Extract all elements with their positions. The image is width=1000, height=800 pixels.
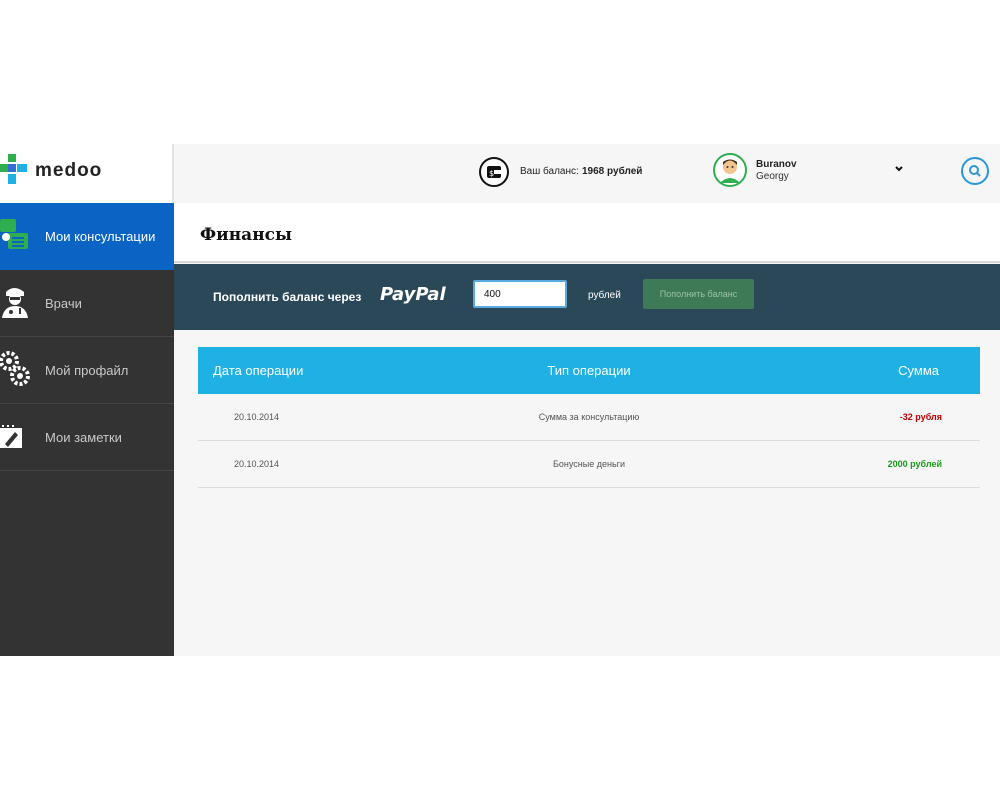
cell-amount: -32 рубля [899, 412, 942, 422]
topup-label: Пополнить баланс через [213, 290, 362, 304]
sidebar-nav: Мои консультации Врачи Мой профайл Мои з… [0, 203, 174, 471]
app-window: medoo Мои консультации Врачи Мой профайл… [0, 144, 1000, 656]
page-title: Финансы [200, 225, 293, 245]
sidebar-item-notes[interactable]: Мои заметки [0, 404, 174, 471]
doctor-icon [2, 288, 28, 318]
paypal-logo: PayPal [380, 284, 446, 305]
logo-icon [0, 154, 27, 184]
currency-label: рублей [588, 290, 621, 301]
cell-type: Сумма за консультацию [538, 412, 640, 422]
logo-text: medoo [35, 160, 103, 181]
column-header-type: Тип операции [547, 363, 631, 378]
table-header: Дата операции Тип операции Сумма [198, 347, 980, 394]
top-header: $ Ваш баланс: 1968 рублей Buranov Georgy [174, 144, 1000, 203]
balance-value: 1968 рублей [582, 166, 643, 177]
sidebar-item-profile[interactable]: Мой профайл [0, 337, 174, 404]
table-row: 20.10.2014 Бонусные деньги 2000 рублей [198, 441, 980, 488]
cell-type: Бонусные деньги [553, 459, 625, 469]
sidebar-item-label: Мои консультации [45, 229, 156, 244]
user-last-name: Buranov [756, 159, 797, 170]
search-button[interactable] [961, 157, 989, 185]
logo-bar: medoo [0, 144, 174, 203]
chat-icon [0, 219, 28, 249]
wallet-icon: $ [479, 157, 509, 187]
paypal-logo-text: PayPal [380, 284, 446, 305]
column-header-amount: Сумма [898, 363, 939, 378]
sidebar-item-label: Мой профайл [45, 363, 129, 378]
gears-icon [0, 351, 30, 386]
amount-input[interactable] [473, 280, 567, 308]
cell-amount: 2000 рублей [887, 459, 942, 469]
avatar[interactable] [713, 153, 747, 187]
notes-icon [0, 424, 22, 448]
operations-table: Дата операции Тип операции Сумма 20.10.2… [198, 347, 980, 488]
chevron-down-icon[interactable] [893, 163, 905, 175]
svg-text:$: $ [489, 169, 494, 178]
table-row: 20.10.2014 Сумма за консультацию -32 руб… [198, 394, 980, 441]
search-icon [969, 165, 981, 177]
balance-label: Ваш баланс: [520, 166, 579, 177]
sidebar-item-doctors[interactable]: Врачи [0, 270, 174, 337]
sidebar: medoo Мои консультации Врачи Мой профайл… [0, 144, 174, 656]
sidebar-item-label: Мои заметки [45, 430, 122, 445]
sidebar-item-consultations[interactable]: Мои консультации [0, 203, 174, 270]
title-bar: Финансы [174, 203, 1000, 263]
topup-panel: Пополнить баланс через PayPal рублей Поп… [174, 264, 1000, 330]
user-first-name: Georgy [756, 171, 789, 182]
sidebar-item-label: Врачи [45, 296, 82, 311]
topup-button[interactable]: Пополнить баланс [643, 279, 754, 309]
